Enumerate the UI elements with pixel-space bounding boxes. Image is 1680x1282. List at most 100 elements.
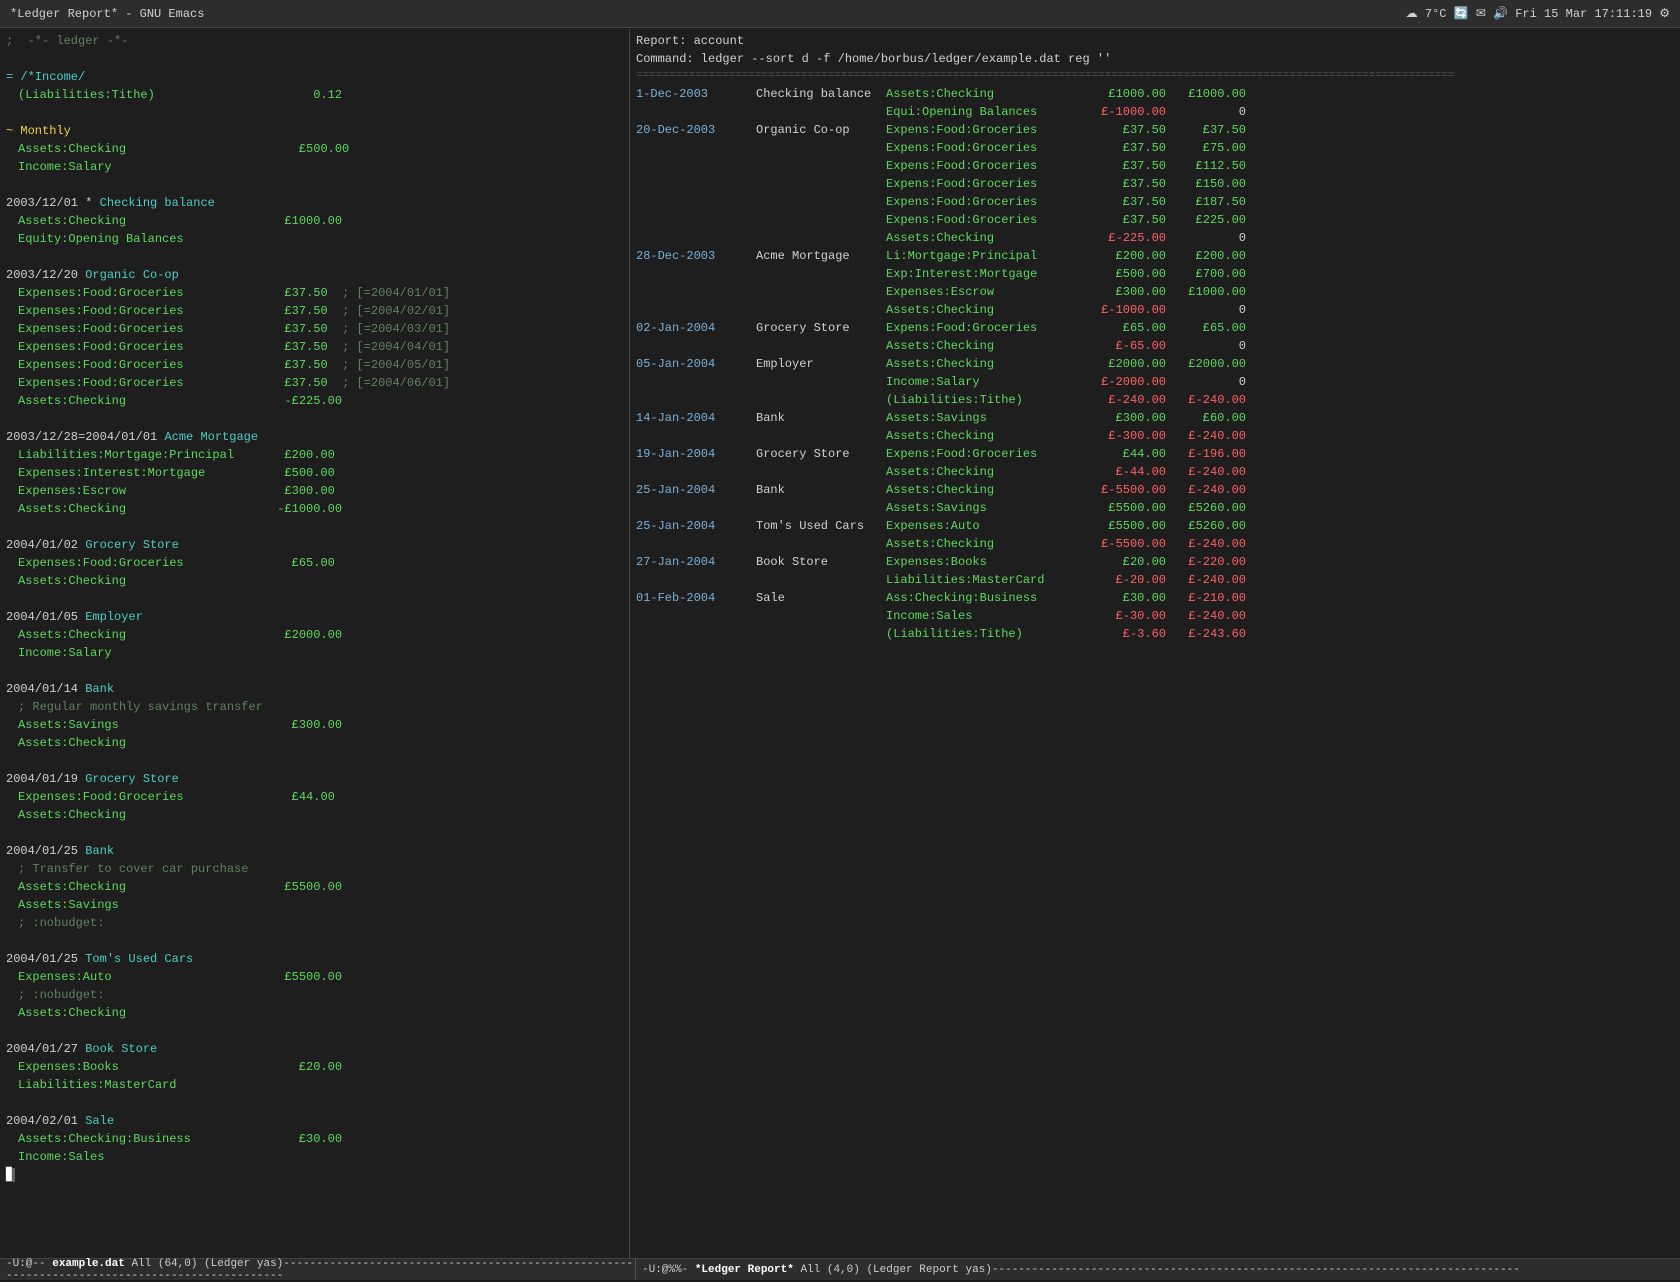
left-entry-organic: 2003/12/20 Organic Co-op <box>6 266 623 284</box>
report-row: Expens:Food:Groceries£37.50£112.50 <box>636 157 1674 175</box>
report-row: 28-Dec-2003Acme MortgageLi:Mortgage:Prin… <box>636 247 1674 265</box>
left-blank8 <box>6 662 623 680</box>
report-row: Exp:Interest:Mortgage£500.00£700.00 <box>636 265 1674 283</box>
report-row: 25-Jan-2004Tom's Used CarsExpenses:Auto£… <box>636 517 1674 535</box>
left-groceries-2: Expenses:Food:Groceries £37.50 ; [=2004/… <box>18 302 623 320</box>
left-checking-44: Assets:Checking <box>18 806 623 824</box>
report-separator: ========================================… <box>636 68 1674 85</box>
status-right: -U:@%%- *Ledger Report* All (4,0) (Ledge… <box>636 1259 1674 1280</box>
report-row: 05-Jan-2004EmployerAssets:Checking£2000.… <box>636 355 1674 373</box>
left-pane[interactable]: ; -*- ledger -*- = /*Income/ (Liabilitie… <box>0 28 630 1258</box>
main-content: ; -*- ledger -*- = /*Income/ (Liabilitie… <box>0 28 1680 1258</box>
report-row: Assets:Checking£-44.00£-240.00 <box>636 463 1674 481</box>
report-row: Expenses:Escrow£300.00£1000.00 <box>636 283 1674 301</box>
report-row: Expens:Food:Groceries£37.50£187.50 <box>636 193 1674 211</box>
left-equity: Equity:Opening Balances <box>18 230 623 248</box>
left-blank5 <box>6 410 623 428</box>
report-header-label: Report: account <box>636 32 1674 50</box>
left-savings-car: Assets:Savings <box>18 896 623 914</box>
left-savings-300: Assets:Savings £300.00 <box>18 716 623 734</box>
left-blank12 <box>6 1022 623 1040</box>
report-row: Assets:Checking£-225.000 <box>636 229 1674 247</box>
status-left-text: -U:@-- example.dat All (64,0) (Ledger ya… <box>6 1258 635 1282</box>
report-row: 14-Jan-2004BankAssets:Savings£300.00£60.… <box>636 409 1674 427</box>
report-row: 19-Jan-2004Grocery StoreExpens:Food:Groc… <box>636 445 1674 463</box>
left-checking-1000: Assets:Checking -£1000.00 <box>18 500 623 518</box>
left-auto-5500: Expenses:Auto £5500.00 <box>18 968 623 986</box>
left-groceries-4: Expenses:Food:Groceries £37.50 ; [=2004/… <box>18 338 623 356</box>
report-row: Liabilities:MasterCard£-20.00£-240.00 <box>636 571 1674 589</box>
left-monthly-header: ~ Monthly <box>6 122 623 140</box>
left-assets-checking-monthly: Assets:Checking £500.00 <box>18 140 623 158</box>
statusbar: -U:@-- example.dat All (64,0) (Ledger ya… <box>0 1258 1680 1280</box>
left-blank11 <box>6 932 623 950</box>
right-pane[interactable]: Report: account Command: ledger --sort d… <box>630 28 1680 1258</box>
report-row: Expens:Food:Groceries£37.50£225.00 <box>636 211 1674 229</box>
left-mortgage-principal: Liabilities:Mortgage:Principal £200.00 <box>18 446 623 464</box>
left-blank13 <box>6 1094 623 1112</box>
left-checking-grocery: Assets:Checking <box>18 572 623 590</box>
left-nobudget-2: ; :nobudget: <box>18 986 623 1004</box>
left-checking-business: Assets:Checking:Business £30.00 <box>18 1130 623 1148</box>
left-liabilities-tithe: (Liabilities:Tithe) 0.12 <box>18 86 623 104</box>
report-row: Expens:Food:Groceries£37.50£75.00 <box>636 139 1674 157</box>
left-entry-mortgage: 2003/12/28=2004/01/01 Acme Mortgage <box>6 428 623 446</box>
report-row: Assets:Checking£-300.00£-240.00 <box>636 427 1674 445</box>
left-blank6 <box>6 518 623 536</box>
status-left: -U:@-- example.dat All (64,0) (Ledger ya… <box>6 1259 636 1280</box>
left-entry-employer: 2004/01/05 Employer <box>6 608 623 626</box>
left-groceries-3: Expenses:Food:Groceries £37.50 ; [=2004/… <box>18 320 623 338</box>
left-groceries-65: Expenses:Food:Groceries £65.00 <box>18 554 623 572</box>
left-books-20: Expenses:Books £20.00 <box>18 1058 623 1076</box>
report-row: (Liabilities:Tithe)£-240.00£-240.00 <box>636 391 1674 409</box>
left-entry-bookstore: 2004/01/27 Book Store <box>6 1040 623 1058</box>
left-assets-checking-1000: Assets:Checking £1000.00 <box>18 212 623 230</box>
report-row: Assets:Checking£-1000.000 <box>636 301 1674 319</box>
left-blank9 <box>6 752 623 770</box>
report-row: Income:Salary£-2000.000 <box>636 373 1674 391</box>
report-row: Income:Sales£-30.00£-240.00 <box>636 607 1674 625</box>
left-blank2 <box>6 104 623 122</box>
left-income-sales: Income:Sales <box>18 1148 623 1166</box>
report-row: (Liabilities:Tithe)£-3.60£-243.60 <box>636 625 1674 643</box>
left-checking-auto: Assets:Checking <box>18 1004 623 1022</box>
left-checking-2000: Assets:Checking £2000.00 <box>18 626 623 644</box>
left-entry-checking-balance: 2003/12/01 * Checking balance <box>6 194 623 212</box>
report-row: 1-Dec-2003Checking balanceAssets:Checkin… <box>636 85 1674 103</box>
report-row: Equi:Opening Balances£-1000.000 <box>636 103 1674 121</box>
left-checking-savings: Assets:Checking <box>18 734 623 752</box>
left-income-salary-1: Income:Salary <box>18 158 623 176</box>
left-groceries-6: Expenses:Food:Groceries £37.50 ; [=2004/… <box>18 374 623 392</box>
left-groceries-44: Expenses:Food:Groceries £44.00 <box>18 788 623 806</box>
left-income-header: = /*Income/ <box>6 68 623 86</box>
left-line-blank <box>6 50 623 68</box>
left-entry-sale: 2004/02/01 Sale <box>6 1112 623 1130</box>
left-entry-toms-cars: 2004/01/25 Tom's Used Cars <box>6 950 623 968</box>
report-row: 25-Jan-2004BankAssets:Checking£-5500.00£… <box>636 481 1674 499</box>
report-row: Assets:Checking£-65.000 <box>636 337 1674 355</box>
report-command: Command: ledger --sort d -f /home/borbus… <box>636 50 1674 68</box>
report-row: Expens:Food:Groceries£37.50£150.00 <box>636 175 1674 193</box>
titlebar-right: ☁ 7°C 🔄 ✉ 🔊 Fri 15 Mar 17:11:19 ⚙ <box>1406 6 1670 21</box>
report-row: 01-Feb-2004SaleAss:Checking:Business£30.… <box>636 589 1674 607</box>
left-checking-225: Assets:Checking -£225.00 <box>18 392 623 410</box>
left-income-salary-2: Income:Salary <box>18 644 623 662</box>
report-row: 27-Jan-2004Book StoreExpenses:Books£20.0… <box>636 553 1674 571</box>
left-entry-bank-0114: 2004/01/14 Bank <box>6 680 623 698</box>
status-right-text: -U:@%%- *Ledger Report* All (4,0) (Ledge… <box>642 1264 1520 1276</box>
left-checking-5500: Assets:Checking £5500.00 <box>18 878 623 896</box>
left-entry-bank-0125: 2004/01/25 Bank <box>6 842 623 860</box>
titlebar: *Ledger Report* - GNU Emacs ☁ 7°C 🔄 ✉ 🔊 … <box>0 0 1680 28</box>
left-comment-savings: ; Regular monthly savings transfer <box>18 698 623 716</box>
left-line-comment: ; -*- ledger -*- <box>6 32 623 50</box>
left-mastercard: Liabilities:MasterCard <box>18 1076 623 1094</box>
left-blank3 <box>6 176 623 194</box>
report-row: 20-Dec-2003Organic Co-opExpens:Food:Groc… <box>636 121 1674 139</box>
report-row: Assets:Checking£-5500.00£-240.00 <box>636 535 1674 553</box>
left-groceries-1: Expenses:Food:Groceries £37.50 ; [=2004/… <box>18 284 623 302</box>
left-blank10 <box>6 824 623 842</box>
left-groceries-5: Expenses:Food:Groceries £37.50 ; [=2004/… <box>18 356 623 374</box>
left-blank4 <box>6 248 623 266</box>
left-entry-grocery-0102: 2004/01/02 Grocery Store <box>6 536 623 554</box>
left-comment-car: ; Transfer to cover car purchase <box>18 860 623 878</box>
